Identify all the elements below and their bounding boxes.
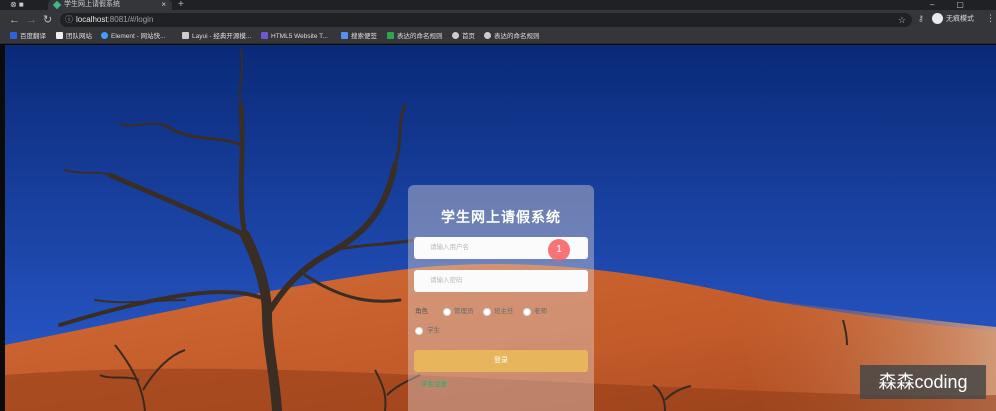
globe-icon (452, 32, 459, 39)
role-radio-student[interactable] (415, 327, 423, 335)
bookmark-label: Layui - 经典开源模... (192, 33, 252, 40)
role-radio-group-row2: 学生 (415, 326, 475, 336)
role-label: 角色 (415, 308, 428, 315)
bookmark-item[interactable]: Layui - 经典开源模... (182, 30, 251, 44)
forward-arrow-icon[interactable]: → (26, 13, 37, 27)
bookmark-label: 搜索便签 (351, 33, 377, 40)
bookmark-icon (10, 32, 17, 39)
click-indicator: 1 (548, 239, 570, 261)
login-button[interactable]: 登录 (414, 350, 588, 372)
bookmarks-bar: 百度翻译 团队网站 Element - 网站快... Layui - 经典开源模… (0, 30, 996, 44)
bookmark-label: 表达的命名规则 (494, 33, 540, 40)
window-controls-left: ⊗ ■ (10, 0, 24, 9)
vue-favicon-icon (52, 0, 62, 10)
new-tab-icon[interactable]: + (178, 0, 184, 10)
menu-icon[interactable]: ⋮ (986, 13, 995, 24)
address-bar[interactable]: ⓘ localhost:8081/#/login ☆ (60, 13, 912, 27)
bookmark-item[interactable]: 百度翻译 (10, 30, 46, 44)
role-radio-admin[interactable] (443, 308, 451, 316)
bookmark-item[interactable]: 首页 (452, 30, 475, 44)
browser-tab[interactable]: 学生网上请假系统 × (48, 0, 172, 10)
incognito-icon (932, 13, 943, 24)
password-placeholder: 请输入密码 (430, 277, 463, 284)
bookmark-label: HTML5 Website T... (271, 33, 328, 40)
tab-title: 学生网上请假系统 (64, 1, 120, 8)
bookmark-icon (341, 32, 348, 39)
window-controls-right[interactable]: –▢ (930, 0, 986, 9)
bookmark-label: 百度翻译 (20, 33, 46, 40)
bookmark-icon (387, 32, 394, 39)
bookmark-item[interactable]: 表达的命名规则 (387, 30, 443, 44)
login-title: 学生网上请假系统 (441, 209, 561, 225)
bookmark-label: 团队网站 (66, 33, 92, 40)
bookmark-item[interactable]: 团队网站 (56, 30, 92, 44)
window-titlebar: ⊗ ■ 学生网上请假系统 × + –▢ (0, 0, 996, 10)
url-host: localhost (76, 15, 108, 24)
role-option-label: 管理员 (454, 308, 474, 315)
username-placeholder: 请输入用户名 (430, 244, 469, 251)
browser-toolbar: ← → ↻ ⓘ localhost:8081/#/login ☆ (0, 10, 996, 30)
url-path: :8081/#/login (107, 15, 154, 24)
layui-icon (182, 32, 189, 39)
flag-icon (56, 32, 63, 39)
profile-label: 无痕模式 (946, 15, 974, 23)
bookmark-item[interactable]: 搜索便签 (341, 30, 377, 44)
role-radio-headteacher[interactable] (483, 308, 491, 316)
back-arrow-icon[interactable]: ← (9, 13, 20, 27)
bookmark-item[interactable]: HTML5 Website T... (261, 30, 328, 44)
html5-icon (261, 32, 268, 39)
watermark-badge: 森森coding (860, 365, 986, 399)
role-option-label: 老师 (534, 308, 547, 315)
bookmark-label: 表达的命名规则 (397, 33, 443, 40)
info-icon[interactable]: ⓘ (65, 13, 73, 27)
login-card: 学生网上请假系统 请输入用户名 1 请输入密码 角色 管理员 班主任 老师 学生… (408, 185, 594, 411)
bookmark-label: 首页 (462, 33, 475, 40)
login-page: 学生网上请假系统 请输入用户名 1 请输入密码 角色 管理员 班主任 老师 学生… (5, 45, 996, 411)
bookmark-item[interactable]: Element - 网站快... (101, 30, 166, 44)
student-register-link[interactable]: 学生注册 (421, 378, 447, 388)
reload-icon[interactable]: ↻ (43, 13, 52, 27)
role-option-label: 班主任 (494, 308, 514, 315)
globe-icon (484, 32, 491, 39)
role-radio-group: 角色 管理员 班主任 老师 (415, 307, 591, 317)
element-icon (101, 32, 108, 39)
incognito-profile[interactable]: 无痕模式 (932, 13, 974, 25)
bookmark-item[interactable]: 表达的命名规则 (484, 30, 540, 44)
role-radio-teacher[interactable] (523, 308, 531, 316)
bookmark-star-icon[interactable]: ☆ (898, 13, 906, 27)
password-input[interactable]: 请输入密码 (414, 270, 588, 292)
close-tab-icon[interactable]: × (161, 0, 166, 10)
bookmark-label: Element - 网站快... (111, 33, 166, 40)
key-icon[interactable]: ⚷ (918, 14, 924, 23)
role-option-label: 学生 (427, 327, 440, 334)
